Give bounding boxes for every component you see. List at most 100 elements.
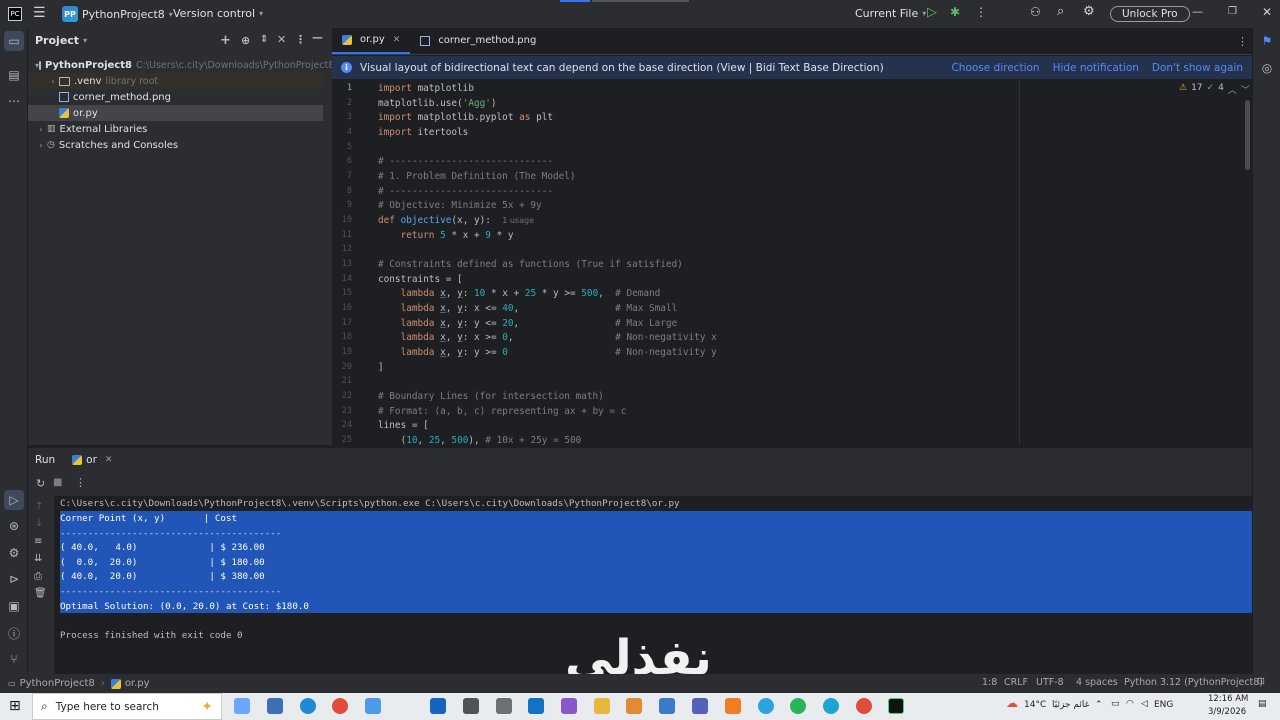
clear-all-icon[interactable]: 🗑 bbox=[34, 588, 47, 599]
weather-temp[interactable]: 14°C bbox=[1024, 700, 1046, 710]
notification-center-icon[interactable]: ▤ bbox=[1258, 699, 1267, 709]
whatsapp-icon[interactable] bbox=[790, 698, 806, 714]
choose-direction-link[interactable]: Choose direction bbox=[951, 62, 1039, 74]
chevron-down-icon[interactable]: ▾ bbox=[83, 36, 87, 45]
stop-icon[interactable]: ■ bbox=[53, 477, 62, 488]
python-packages-icon[interactable]: ⊛ bbox=[4, 516, 24, 536]
editor-scrollbar[interactable] bbox=[1245, 100, 1250, 170]
add-user-icon[interactable]: ⚇ bbox=[1030, 5, 1041, 19]
network-icon[interactable]: ▭ bbox=[1111, 699, 1120, 709]
ai-assistant-icon[interactable]: ◎ bbox=[1257, 58, 1277, 78]
tab-options-icon[interactable]: ⋮ bbox=[1237, 35, 1248, 48]
maximize-icon[interactable]: ❐ bbox=[1228, 6, 1237, 17]
close-tab-icon[interactable]: ✕ bbox=[105, 455, 113, 465]
unlock-pro-button[interactable]: Unlock Pro bbox=[1110, 6, 1190, 22]
structure-tool-icon[interactable]: ▤ bbox=[4, 65, 24, 85]
run-tab-title[interactable]: Run bbox=[35, 454, 55, 466]
project-tool-icon[interactable]: ▭ bbox=[4, 31, 24, 51]
notifications-icon[interactable]: ⚑ bbox=[1257, 31, 1277, 51]
vscode-icon[interactable] bbox=[528, 698, 544, 714]
windows-start-icon[interactable]: ⊞ bbox=[9, 698, 21, 714]
caret-position[interactable]: 1:8 bbox=[982, 677, 997, 688]
edge-icon[interactable] bbox=[300, 698, 316, 714]
inspection-widget[interactable]: ⚠ 17 ✓ 4 ︿ ﹀ bbox=[1179, 83, 1250, 96]
chevron-up-icon[interactable]: ⌃ bbox=[1095, 700, 1103, 710]
wifi-icon[interactable]: ◠ bbox=[1126, 699, 1134, 709]
usage-hint[interactable]: 1 usage bbox=[502, 216, 534, 225]
tree-item-or-py[interactable]: or.py bbox=[28, 105, 323, 121]
app-icon[interactable] bbox=[823, 698, 839, 714]
arrow-down-icon[interactable]: ↓ bbox=[35, 518, 43, 529]
run-tool-icon[interactable]: ▷ bbox=[4, 490, 24, 510]
close-tab-icon[interactable]: ✕ bbox=[393, 35, 401, 45]
project-switcher[interactable]: PP PythonProject8 ▾ bbox=[62, 6, 173, 22]
services-icon[interactable]: ⚙ bbox=[4, 543, 24, 563]
tree-item-venv[interactable]: › .venv library root bbox=[28, 73, 323, 89]
chevron-right-icon[interactable]: › bbox=[35, 125, 47, 134]
weather-text[interactable]: غائم جزئيًا bbox=[1052, 700, 1089, 710]
collapse-all-icon[interactable]: ✕ bbox=[277, 33, 286, 46]
vlc-icon[interactable] bbox=[725, 698, 741, 714]
tree-item-corner-method-png[interactable]: corner_method.png bbox=[28, 89, 323, 105]
soft-wrap-icon[interactable]: ≡ bbox=[34, 536, 42, 547]
tab-corner-method-png[interactable]: corner_method.png bbox=[410, 27, 546, 54]
lock-icon[interactable]: ⊡ bbox=[1257, 676, 1265, 687]
options-icon[interactable]: ⋮ bbox=[295, 33, 306, 46]
main-menu-icon[interactable]: ☰ bbox=[33, 5, 46, 21]
dont-show-again-link[interactable]: Don't show again bbox=[1152, 62, 1243, 74]
file-explorer-icon[interactable] bbox=[594, 698, 610, 714]
paint-icon[interactable] bbox=[365, 698, 381, 714]
chevron-right-icon[interactable]: › bbox=[47, 77, 59, 86]
app-icon[interactable] bbox=[626, 698, 642, 714]
chrome-icon[interactable] bbox=[332, 698, 348, 714]
clock-time[interactable]: 12:16 AM bbox=[1208, 694, 1248, 704]
telegram-icon[interactable] bbox=[758, 698, 774, 714]
python-interpreter[interactable]: Python 3.12 (PythonProject8) bbox=[1124, 677, 1263, 688]
minimize-icon[interactable]: — bbox=[1192, 5, 1203, 18]
clock-date[interactable]: 3/9/2026 bbox=[1208, 707, 1246, 717]
calculator-icon[interactable] bbox=[267, 698, 283, 714]
app-icon[interactable] bbox=[659, 698, 675, 714]
run-icon[interactable]: ▷ bbox=[927, 5, 937, 20]
run-config-selector[interactable]: Current File ▾ bbox=[855, 7, 926, 20]
version-control-menu[interactable]: Version control ▾ bbox=[173, 7, 263, 20]
version-control-icon[interactable]: ⑂ bbox=[4, 649, 24, 669]
breadcrumb-file[interactable]: or.py bbox=[125, 678, 150, 689]
file-encoding[interactable]: UTF-8 bbox=[1036, 677, 1064, 688]
python-console-icon[interactable]: ⊳ bbox=[4, 569, 24, 589]
taskbar-search[interactable]: ⌕ Type here to search ✦ bbox=[32, 693, 222, 720]
app-icon[interactable] bbox=[692, 698, 708, 714]
hide-notification-link[interactable]: Hide notification bbox=[1053, 62, 1139, 74]
snipping-icon[interactable] bbox=[496, 698, 512, 714]
weather-icon[interactable]: ☁ bbox=[1006, 696, 1018, 710]
terminal-icon[interactable]: ▣ bbox=[4, 596, 24, 616]
breadcrumb-project[interactable]: PythonProject8 bbox=[20, 678, 95, 689]
tree-item-external-libraries[interactable]: › ▥ External Libraries bbox=[28, 121, 323, 137]
copilot-icon[interactable] bbox=[234, 698, 250, 714]
language-indicator[interactable]: ENG bbox=[1154, 700, 1173, 710]
locate-icon[interactable]: ⊕ bbox=[241, 34, 250, 47]
pycharm-icon[interactable] bbox=[888, 698, 904, 714]
more-actions-icon[interactable]: ⋮ bbox=[975, 5, 987, 19]
add-icon[interactable]: + bbox=[220, 33, 231, 48]
volume-icon[interactable]: ◁ bbox=[1141, 699, 1148, 709]
expand-all-icon[interactable]: ⇕ bbox=[260, 34, 268, 45]
search-icon[interactable]: ⌕ bbox=[1057, 4, 1064, 19]
settings-gear-icon[interactable]: ⚙ bbox=[1083, 4, 1095, 19]
arrow-up-icon[interactable]: ↑ bbox=[35, 501, 43, 512]
visual-studio-icon[interactable] bbox=[561, 698, 577, 714]
line-separator[interactable]: CRLF bbox=[1004, 677, 1028, 688]
run-config-tab[interactable]: or bbox=[86, 454, 97, 466]
rerun-icon[interactable]: ↻ bbox=[36, 477, 45, 490]
chevron-right-icon[interactable]: › bbox=[35, 141, 47, 150]
tab-or-py[interactable]: or.py ✕ bbox=[332, 27, 411, 54]
store-icon[interactable] bbox=[430, 698, 446, 714]
indent-setting[interactable]: 4 spaces bbox=[1076, 677, 1118, 688]
tree-item-scratches[interactable]: › ◷ Scratches and Consoles bbox=[28, 137, 323, 153]
project-panel-title[interactable]: Project bbox=[35, 34, 79, 47]
code-editor[interactable]: ⚠ 17 ✓ 4 ︿ ﹀ import matplotlib matplotlib.… bbox=[372, 80, 1252, 445]
hide-panel-icon[interactable]: — bbox=[312, 31, 323, 44]
terminal-app-icon[interactable] bbox=[463, 698, 479, 714]
more-tools-icon[interactable]: ⋯ bbox=[4, 91, 24, 111]
close-icon[interactable]: ✕ bbox=[1262, 5, 1272, 19]
